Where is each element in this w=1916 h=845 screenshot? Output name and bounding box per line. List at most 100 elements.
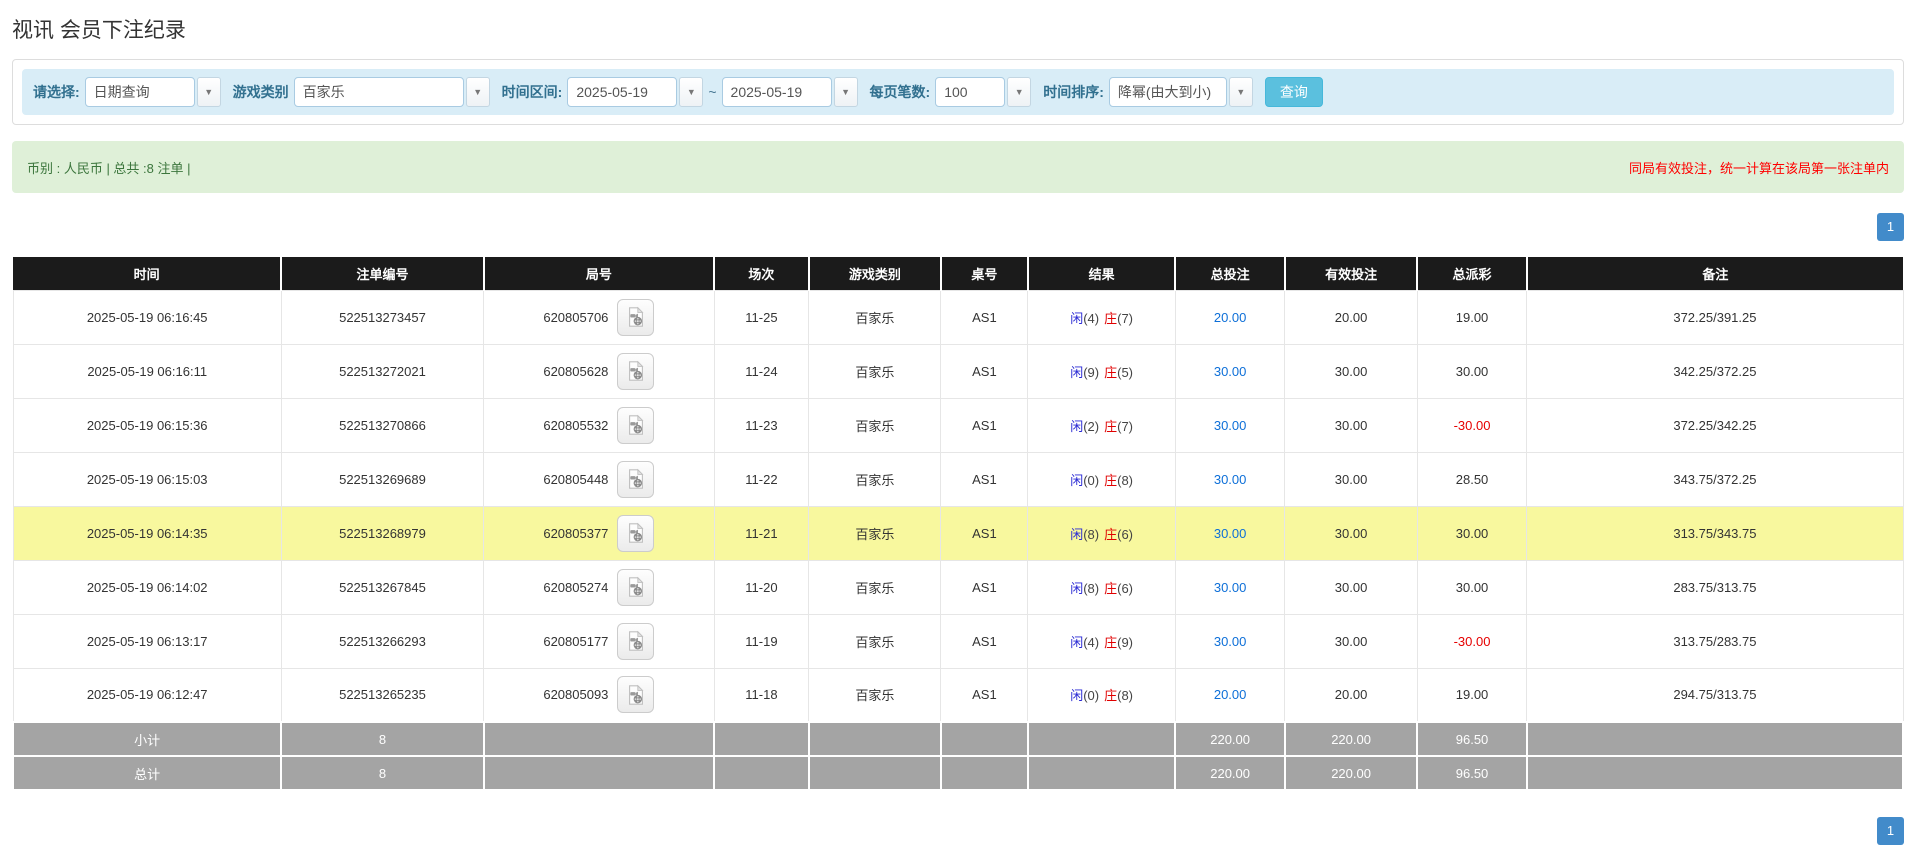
valid-bet-cell: 30.00 [1284,559,1418,615]
round-id-cell: 620805532 [483,397,715,453]
total-bet-cell: 30.00 [1174,559,1286,615]
subtotal-count: 8 [280,721,485,757]
remark-cell: 372.25/391.25 [1526,289,1904,345]
total-empty-session [713,755,810,791]
round-id-cell: 620805377 [483,505,715,561]
table-no-cell: AS1 [940,505,1029,561]
payout-cell: 19.00 [1416,667,1528,723]
video-replay-button[interactable] [617,568,655,606]
round-id-cell: 620805093 [483,667,715,723]
total-empty-table [939,755,1029,791]
page-size-input[interactable] [935,77,1006,107]
search-button[interactable]: 查询 [1264,77,1323,107]
video-replay-button[interactable] [617,352,655,390]
video-replay-button[interactable] [617,622,655,660]
chevron-down-icon: ▼ [841,86,850,97]
bet-id-cell: 522513273457 [280,289,485,345]
valid-bet-cell: 20.00 [1284,289,1418,345]
total-valid-bet: 220.00 [1283,755,1419,791]
page-1-button[interactable]: 1 [1877,817,1904,845]
video-record-icon [628,306,644,327]
banker-score: (7) [1117,310,1134,326]
date-to-input[interactable] [721,77,832,107]
video-record-icon [628,630,644,651]
header-row: 时间 注单编号 局号 场次 游戏类别 桌号 结果 总投注 有效投注 总派彩 备注 [13,257,1903,290]
banker-result: 庄 [1104,364,1118,380]
game-type-cell: 百家乐 [808,613,942,669]
sort-order-input[interactable] [1108,77,1227,107]
player-result: 闲 [1070,634,1084,650]
subtotal-empty-round [482,721,716,757]
query-type-label: 请选择: [33,84,80,100]
total-payout: 96.50 [1416,755,1528,791]
date-to-dropdown-button[interactable]: ▼ [833,77,858,107]
table-row: 2025-05-19 06:13:17 522513266293 6208051… [12,613,1904,669]
round-id-text: 620805093 [543,687,609,703]
session-cell: 11-20 [713,559,810,615]
total-bet-link[interactable]: 30.00 [1214,526,1247,541]
remark-cell: 294.75/313.75 [1526,667,1904,723]
total-bet-link[interactable]: 30.00 [1214,418,1247,433]
date-to-combobox: ▼ [721,77,858,107]
range-separator: ~ [708,84,717,100]
player-result: 闲 [1070,526,1084,542]
game-type-label: 游戏类别 [232,84,289,100]
banker-score: (7) [1117,418,1134,434]
table-row: 2025-05-19 06:16:11 522513272021 6208056… [12,343,1904,399]
total-bet-link[interactable]: 30.00 [1214,472,1247,487]
remark-cell: 372.25/342.25 [1526,397,1904,453]
game-type-dropdown-button[interactable]: ▼ [465,77,490,107]
summary-bar: 币别 : 人民币 | 总共 :8 注单 | 同局有效投注，统一计算在该局第一张注… [12,141,1904,193]
round-id-cell: 620805628 [483,343,715,399]
result-cell: 闲(4) 庄(9) [1027,613,1176,669]
valid-bet-cell: 30.00 [1284,505,1418,561]
game-type-input[interactable] [293,77,464,107]
subtotal-total-bet: 220.00 [1174,721,1286,757]
table-no-cell: AS1 [940,667,1029,723]
time-cell: 2025-05-19 06:14:35 [12,505,282,561]
date-from-dropdown-button[interactable]: ▼ [679,77,704,107]
table-header: 时间 注单编号 局号 场次 游戏类别 桌号 结果 总投注 有效投注 总派彩 备注 [13,257,1903,290]
date-from-input[interactable] [567,77,678,107]
date-from-combobox: ▼ [567,77,704,107]
table-row: 2025-05-19 06:14:02 522513267845 6208052… [12,559,1904,615]
chevron-down-icon: ▼ [1236,86,1246,97]
banker-result: 庄 [1104,472,1118,488]
subtotal-empty-game [807,721,942,757]
banker-score: (8) [1117,688,1134,704]
result-cell: 闲(9) 庄(5) [1027,343,1176,399]
round-id-text: 620805448 [543,471,609,487]
video-replay-button[interactable] [617,298,655,336]
game-type-cell: 百家乐 [808,667,942,723]
banker-result: 庄 [1104,634,1118,650]
total-bet-link[interactable]: 20.00 [1214,310,1247,325]
total-bet-link[interactable]: 20.00 [1214,687,1247,702]
video-replay-button[interactable] [617,676,655,714]
total-bet-link[interactable]: 30.00 [1214,580,1247,595]
col-game-type: 游戏类别 [807,257,941,290]
query-type-dropdown-button[interactable]: ▼ [196,77,221,107]
query-type-input[interactable] [84,77,195,107]
video-replay-button[interactable] [617,514,655,552]
page-root: 视讯 会员下注纪录 请选择: ▼ 游戏类别 ▼ 时间区间: ▼ ~ ▼ [0,0,1916,845]
bet-id-cell: 522513272021 [280,343,485,399]
table-no-cell: AS1 [940,343,1029,399]
page-size-dropdown-button[interactable]: ▼ [1007,77,1032,107]
page-1-button[interactable]: 1 [1877,213,1904,241]
video-replay-button[interactable] [617,460,655,498]
col-payout: 总派彩 [1416,257,1527,290]
sort-order-dropdown-button[interactable]: ▼ [1228,77,1253,107]
total-bet-link[interactable]: 30.00 [1214,634,1247,649]
chevron-down-icon: ▼ [473,86,483,97]
video-replay-button[interactable] [617,406,655,444]
player-result: 闲 [1070,472,1084,488]
total-bet-cell: 20.00 [1174,289,1286,345]
payout-cell: 30.00 [1416,343,1528,399]
table-no-cell: AS1 [940,613,1029,669]
remark-cell: 343.75/372.25 [1526,451,1904,507]
subtotal-empty-result [1026,721,1177,757]
result-cell: 闲(0) 庄(8) [1027,667,1176,723]
col-session: 场次 [713,257,809,290]
total-bet-link[interactable]: 30.00 [1214,364,1247,379]
banker-score: (6) [1117,526,1134,542]
